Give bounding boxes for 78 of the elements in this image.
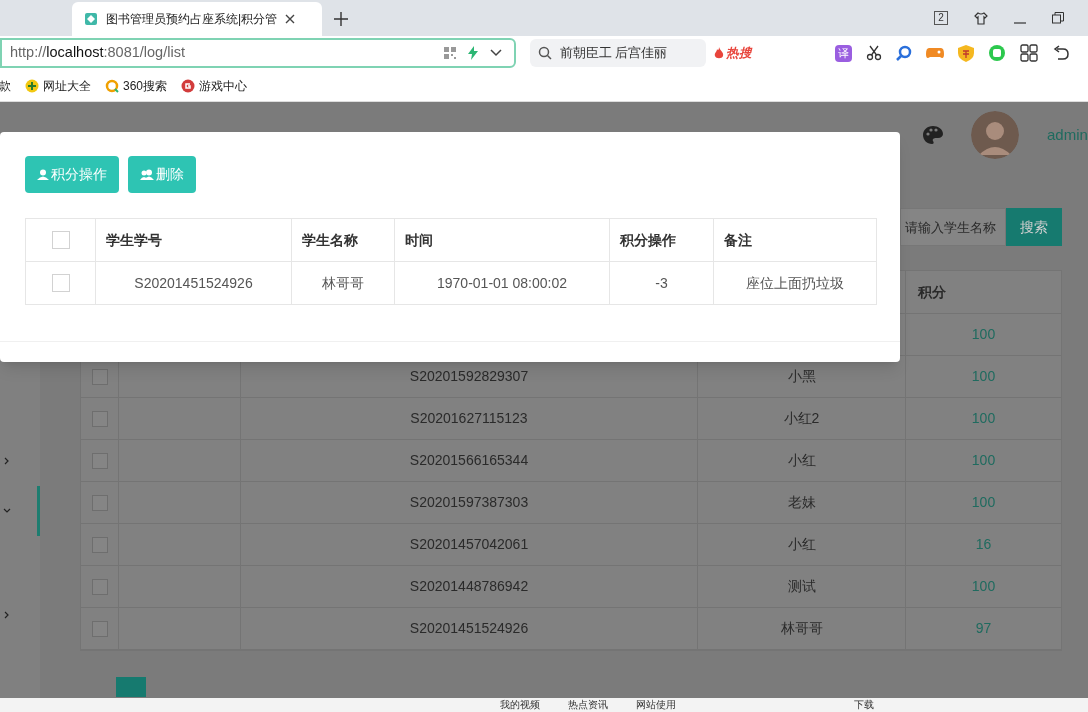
search-field[interactable]: 前朝臣工 后宫佳丽 <box>530 39 706 67</box>
column-header: 时间 <box>405 230 433 250</box>
table-cell-text: S20201457042061 <box>409 535 529 554</box>
bookmark-link[interactable]: 网址大全 <box>25 76 91 95</box>
flame-icon <box>714 46 724 60</box>
game-logo-icon <box>181 78 196 93</box>
status-bar-item[interactable]: 网站使用 <box>636 699 676 711</box>
table-cell-text: 小红2 <box>783 409 820 428</box>
shirt-icon[interactable] <box>974 11 988 25</box>
browser-tab[interactable]: 图书管理员预约占座系统|积分管 <box>72 2 322 36</box>
gamepad-icon[interactable] <box>926 46 944 60</box>
table-cell-text: 林哥哥 <box>780 619 823 638</box>
table-cell-text: 100 <box>971 367 996 386</box>
people-icon <box>140 169 154 180</box>
chevron-down-icon[interactable] <box>490 49 502 57</box>
avatar-icon <box>971 111 1019 159</box>
chevron-down-icon[interactable] <box>3 507 11 515</box>
table-cell-text: 小红 <box>787 535 816 554</box>
table-cell-text: 100 <box>971 325 996 344</box>
table-cell-text: 座位上面扔垃圾 <box>746 273 844 293</box>
close-icon[interactable] <box>285 14 296 24</box>
column-header: 积分操作 <box>620 230 676 250</box>
table-cell-text: S20201592829307 <box>409 367 529 386</box>
table-cell-text: 100 <box>971 409 996 428</box>
tab-count-badge[interactable]: 2 <box>934 11 948 25</box>
table-cell-text: 1970-01-01 08:00:02 <box>437 273 567 293</box>
status-bar-item[interactable]: 下载 <box>854 699 874 711</box>
table-cell-text: 16 <box>975 535 992 554</box>
column-header: 学生学号 <box>106 230 162 250</box>
table-cell-text: 测试 <box>787 577 816 596</box>
status-bar-item[interactable]: 我的视频 <box>500 699 540 711</box>
shield-icon[interactable] <box>958 44 974 62</box>
table-cell-text: S20201448786942 <box>409 577 529 596</box>
search-icon <box>538 46 552 60</box>
site-icon <box>84 12 98 26</box>
column-header: 备注 <box>724 230 752 250</box>
table-cell-text: S20201451524926 <box>409 619 529 638</box>
table-cell-text: 100 <box>971 493 996 512</box>
address-bar[interactable]: http://localhost:8081/log/list <box>0 38 516 68</box>
checkbox[interactable] <box>91 368 108 385</box>
app-icon[interactable] <box>988 44 1006 62</box>
hot-search-link[interactable]: 热搜 <box>714 43 752 63</box>
column-header: 积分 <box>916 282 947 302</box>
tab-title: 图书管理员预约占座系统|积分管 <box>106 11 278 28</box>
chevron-right-icon[interactable] <box>3 611 11 619</box>
bookmark-link[interactable]: 游戏中心 <box>181 76 248 95</box>
search-input[interactable]: 请输入学生名称 <box>900 208 1006 246</box>
person-icon <box>37 169 49 180</box>
restore-icon[interactable] <box>1052 12 1064 24</box>
translate-button[interactable]: 译 <box>835 44 852 62</box>
table-cell-text: S20201566165344 <box>409 451 529 470</box>
grid-icon[interactable] <box>1020 44 1038 62</box>
qr-code-icon[interactable] <box>444 47 456 59</box>
table-cell-text: S20201597387303 <box>409 493 529 512</box>
table-cell-text: 老妹 <box>787 493 816 512</box>
search-text: 前朝臣工 后宫佳丽 <box>560 44 668 62</box>
bookmark-link[interactable]: 360搜索 <box>105 76 168 95</box>
table-cell-text: 97 <box>975 619 992 638</box>
chevron-right-icon[interactable] <box>3 457 11 465</box>
undo-icon[interactable] <box>1052 45 1070 61</box>
scissors-icon[interactable] <box>866 45 882 61</box>
column-header: 学生名称 <box>302 230 358 250</box>
palette-icon <box>923 126 943 144</box>
magnifier-icon[interactable] <box>896 45 912 61</box>
table-cell-text: 林哥哥 <box>322 273 364 293</box>
table-cell-text: 小红 <box>787 451 816 470</box>
status-bar-item[interactable]: 热点资讯 <box>568 699 608 711</box>
table-cell-text: S20201451524926 <box>134 273 253 293</box>
table-cell-text: -3 <box>655 273 668 293</box>
lightning-icon[interactable] <box>468 46 478 60</box>
url-text: http://localhost:8081/log/list <box>10 43 186 63</box>
table-cell-text: 100 <box>971 577 996 596</box>
ring-icon <box>105 78 119 93</box>
table-cell-text: 小黑 <box>787 367 816 386</box>
new-tab-icon[interactable] <box>334 12 348 26</box>
table-cell-text: S20201627115123 <box>410 409 528 428</box>
globe-plus-icon <box>25 78 39 93</box>
table-cell-text: 100 <box>971 451 996 470</box>
